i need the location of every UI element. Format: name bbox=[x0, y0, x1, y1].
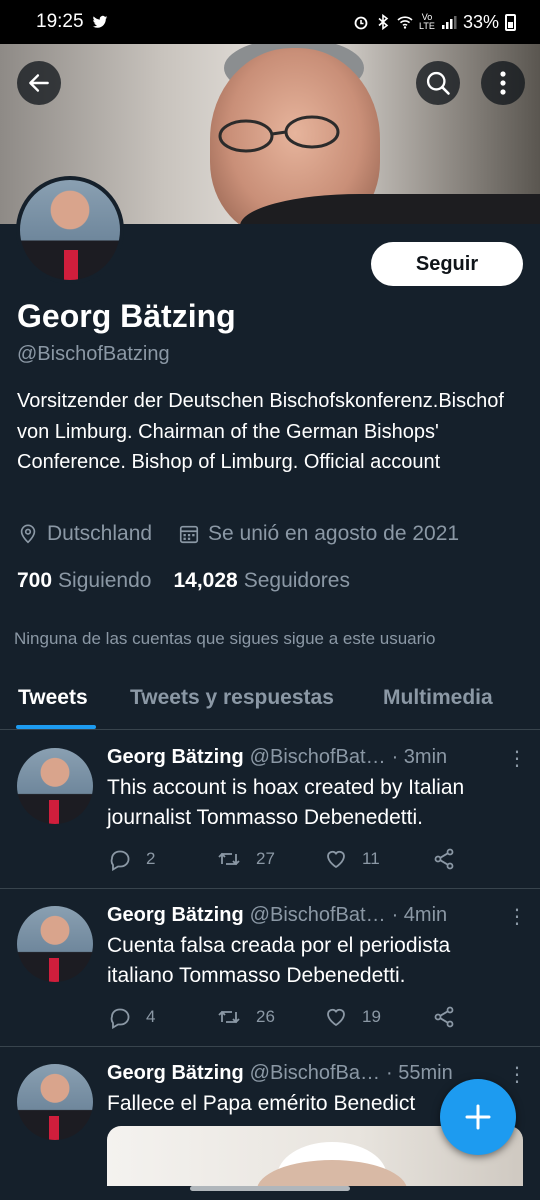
tweet-time: · 55min bbox=[386, 1062, 453, 1084]
profile-handle: @BischofBatzing bbox=[17, 343, 170, 365]
signal-icon bbox=[441, 16, 457, 29]
search-button[interactable] bbox=[416, 61, 460, 105]
share-button[interactable] bbox=[432, 847, 456, 871]
tweet-more-icon[interactable]: ⋮ bbox=[507, 1062, 527, 1087]
reply-button[interactable]: 4 bbox=[108, 1005, 155, 1029]
tweet-author-handle: @BischofBa… bbox=[249, 1062, 381, 1084]
reply-count: 4 bbox=[146, 1007, 156, 1026]
tweet-avatar[interactable] bbox=[17, 1064, 93, 1140]
location-text: Dutschland bbox=[47, 522, 153, 545]
like-button[interactable]: 19 bbox=[324, 1005, 381, 1029]
tweet-header: Georg Bätzing @BischofBat… · 3min bbox=[107, 746, 527, 769]
status-bar: 19:25 Vo LTE 33% bbox=[0, 0, 540, 44]
like-icon bbox=[327, 1008, 345, 1027]
tweet-author-name: Georg Bätzing bbox=[107, 746, 244, 768]
retweet-icon bbox=[218, 852, 240, 866]
tweet-author-name: Georg Bätzing bbox=[107, 1062, 244, 1084]
follow-button[interactable]: Seguir bbox=[371, 242, 523, 286]
tweet-header: Georg Bätzing @BischofBat… · 4min bbox=[107, 904, 527, 927]
tweet-author-name: Georg Bätzing bbox=[107, 904, 244, 926]
tweet-author-handle: @BischofBat… bbox=[249, 904, 386, 926]
tab-tweets-replies[interactable]: Tweets y respuestas bbox=[130, 686, 334, 710]
reply-icon bbox=[110, 850, 130, 871]
status-time: 19:25 bbox=[36, 11, 84, 32]
like-icon bbox=[327, 850, 345, 869]
tweet-more-icon[interactable]: ⋮ bbox=[507, 904, 527, 929]
followers-count: 14,028 bbox=[173, 569, 238, 592]
retweet-button[interactable]: 26 bbox=[216, 1005, 275, 1029]
share-button[interactable] bbox=[432, 1005, 456, 1029]
tweet-time: · 4min bbox=[391, 904, 448, 926]
followers-link[interactable]: 14,028 Seguidores bbox=[173, 569, 349, 593]
following-count: 700 bbox=[17, 569, 53, 592]
mutual-followers-notice: Ninguna de las cuentas que sigues sigue … bbox=[14, 629, 436, 648]
back-arrow-icon bbox=[29, 74, 49, 92]
share-icon bbox=[434, 848, 454, 870]
search-icon bbox=[426, 71, 450, 95]
tweet-author-handle: @BischofBat… bbox=[249, 746, 386, 768]
retweet-icon bbox=[218, 1010, 240, 1024]
tweet-text: Cuenta falsa creada por el periodista it… bbox=[107, 934, 451, 987]
calendar-icon bbox=[179, 525, 199, 544]
compose-plus-icon bbox=[465, 1104, 491, 1130]
tweet-text: Fallece el Papa emérito Benedict bbox=[107, 1092, 416, 1115]
more-vertical-icon bbox=[500, 71, 506, 95]
tweet[interactable]: Georg Bätzing @BischofBat… · 3min ⋮ This… bbox=[0, 731, 540, 889]
tweet-avatar[interactable] bbox=[17, 906, 93, 982]
tweet[interactable]: Georg Bätzing @BischofBat… · 4min ⋮ Cuen… bbox=[0, 889, 540, 1047]
reply-count: 2 bbox=[146, 849, 156, 868]
home-indicator[interactable] bbox=[190, 1186, 350, 1191]
retweet-count: 26 bbox=[256, 1007, 275, 1026]
alarm-icon bbox=[354, 16, 368, 30]
network-label: Vo LTE bbox=[419, 12, 435, 31]
battery-icon bbox=[505, 13, 516, 31]
tweet-text: This account is hoax created by Italian … bbox=[107, 776, 465, 829]
twitter-bird-icon bbox=[92, 15, 107, 28]
profile-name: Georg Bätzing bbox=[17, 298, 236, 334]
more-options-button[interactable] bbox=[481, 61, 525, 105]
location-pin-icon bbox=[20, 524, 36, 544]
like-button[interactable]: 11 bbox=[324, 847, 380, 871]
tab-tweets[interactable]: Tweets bbox=[18, 686, 88, 710]
retweet-count: 27 bbox=[256, 849, 275, 868]
profile-bio: Vorsitzender der Deutschen Bischofskonfe… bbox=[17, 390, 504, 473]
active-tab-indicator bbox=[16, 725, 96, 729]
like-count: 11 bbox=[362, 849, 380, 868]
tweet-avatar[interactable] bbox=[17, 748, 93, 824]
profile-stats: 700 Siguiendo 14,028 Seguidores bbox=[17, 569, 350, 593]
wifi-icon bbox=[397, 16, 413, 29]
back-button[interactable] bbox=[17, 61, 61, 105]
profile-location: Dutschland bbox=[17, 522, 152, 546]
following-link[interactable]: 700 Siguiendo bbox=[17, 569, 151, 593]
following-label: Siguiendo bbox=[58, 569, 152, 592]
profile-tabs: Tweets Tweets y respuestas Multimedia bbox=[0, 672, 540, 730]
followers-label: Seguidores bbox=[243, 569, 350, 592]
tweet-more-icon[interactable]: ⋮ bbox=[507, 746, 527, 771]
bluetooth-icon bbox=[378, 14, 389, 30]
tab-media[interactable]: Multimedia bbox=[383, 686, 493, 710]
tweet-time: · 3min bbox=[391, 746, 448, 768]
reply-button[interactable]: 2 bbox=[108, 847, 155, 871]
like-count: 19 bbox=[362, 1007, 381, 1026]
reply-icon bbox=[110, 1008, 130, 1029]
share-icon bbox=[434, 1006, 454, 1028]
joined-text: Se unió en agosto de 2021 bbox=[208, 522, 460, 545]
retweet-button[interactable]: 27 bbox=[216, 847, 275, 871]
battery-percent: 33% bbox=[462, 11, 499, 32]
profile-avatar[interactable] bbox=[16, 176, 124, 284]
profile-joined: Se unió en agosto de 2021 bbox=[178, 522, 459, 546]
compose-tweet-button[interactable] bbox=[440, 1079, 516, 1155]
